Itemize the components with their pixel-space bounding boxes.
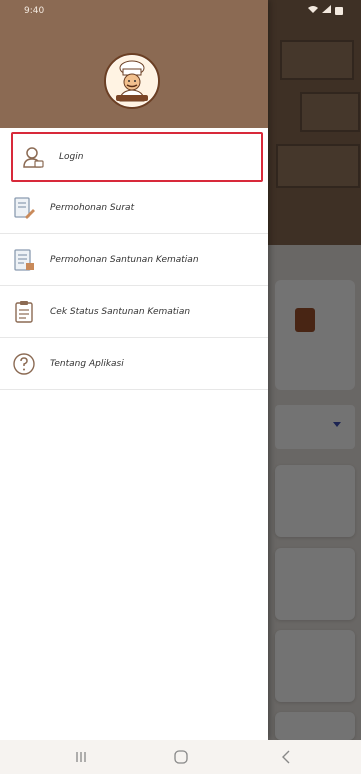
system-navigation-bar bbox=[0, 740, 361, 774]
menu-item-label: Tentang Aplikasi bbox=[50, 358, 124, 369]
menu-item-label: Permohonan Surat bbox=[50, 202, 135, 213]
user-icon bbox=[21, 145, 45, 169]
clipboard-icon bbox=[12, 300, 36, 324]
navigation-drawer: Login Permohonan Surat Permohonan Santun… bbox=[0, 0, 268, 740]
menu-item-label: Permohonan Santunan Kematian bbox=[50, 254, 199, 265]
signal-icon bbox=[322, 5, 331, 16]
back-button[interactable] bbox=[280, 749, 292, 768]
wifi-icon bbox=[308, 5, 318, 16]
battery-icon bbox=[335, 6, 343, 15]
app-logo bbox=[104, 53, 160, 109]
menu-item-label: Cek Status Santunan Kematian bbox=[50, 306, 191, 317]
status-bar: 9:40 bbox=[0, 0, 361, 24]
drawer-menu: Login Permohonan Surat Permohonan Santun… bbox=[0, 132, 268, 390]
menu-item-label: Login bbox=[59, 152, 84, 162]
recent-apps-button[interactable] bbox=[74, 749, 88, 768]
status-icons bbox=[308, 5, 343, 16]
menu-item-login[interactable]: Login bbox=[11, 132, 263, 182]
help-icon bbox=[12, 352, 36, 376]
menu-item-permohonan-santunan-kematian[interactable]: Permohonan Santunan Kematian bbox=[0, 234, 268, 286]
status-time: 9:40 bbox=[24, 6, 45, 16]
document-list-icon bbox=[12, 248, 36, 272]
home-button[interactable] bbox=[173, 749, 189, 769]
menu-item-tentang-aplikasi[interactable]: Tentang Aplikasi bbox=[0, 338, 268, 390]
menu-item-permohonan-surat[interactable]: Permohonan Surat bbox=[0, 182, 268, 234]
document-edit-icon bbox=[12, 196, 36, 220]
menu-item-cek-status-santunan-kematian[interactable]: Cek Status Santunan Kematian bbox=[0, 286, 268, 338]
